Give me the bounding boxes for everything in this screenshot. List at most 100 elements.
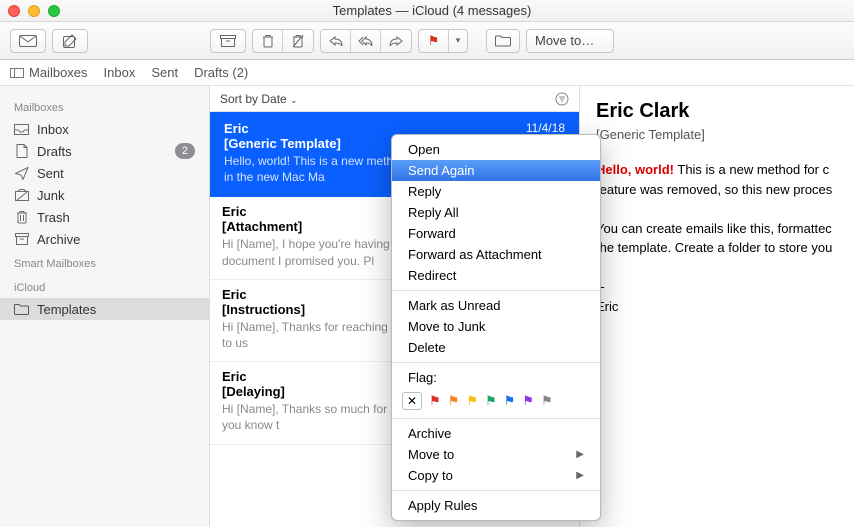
flag-dropdown[interactable]: ▾ xyxy=(449,30,467,52)
folder-icon xyxy=(14,303,29,315)
sort-label: Sort by Date xyxy=(220,92,287,106)
ctx-separator xyxy=(392,490,600,491)
favbar-inbox[interactable]: Inbox xyxy=(104,65,136,80)
sidebar-item-label: Junk xyxy=(37,188,195,203)
flag-group[interactable]: ⚑ ▾ xyxy=(418,29,468,53)
ctx-separator xyxy=(392,362,600,363)
move-folder-icon-button[interactable] xyxy=(486,29,520,53)
compose-icon xyxy=(63,34,77,48)
ctx-label: Mark as Unread xyxy=(408,298,500,313)
favbar-mailboxes[interactable]: Mailboxes xyxy=(10,65,88,80)
context-menu: Open Send Again Reply Reply All Forward … xyxy=(391,134,601,521)
ctx-flag-blue[interactable]: ⚑ xyxy=(504,393,516,409)
favbar-mailboxes-label: Mailboxes xyxy=(29,65,88,80)
reply-group xyxy=(320,29,412,53)
trash-icon xyxy=(14,211,29,223)
filter-button[interactable] xyxy=(555,92,569,106)
sidebar-item-inbox[interactable]: Inbox xyxy=(0,118,209,140)
reader-body: Hello, world! This is a new method for c… xyxy=(596,160,838,316)
archive-box-icon xyxy=(14,233,29,245)
document-icon xyxy=(14,145,29,157)
ctx-redirect[interactable]: Redirect xyxy=(392,265,600,286)
close-window-button[interactable] xyxy=(8,5,20,17)
sidebar-item-drafts[interactable]: Drafts 2 xyxy=(0,140,209,162)
ctx-label: Apply Rules xyxy=(408,498,477,513)
sidebar-header-smart: Smart Mailboxes xyxy=(0,254,209,274)
ctx-label: Send Again xyxy=(408,163,475,178)
envelope-icon xyxy=(19,35,37,47)
junk-button[interactable] xyxy=(283,30,313,52)
sidebar-item-label: Drafts xyxy=(37,144,167,159)
reply-button[interactable] xyxy=(321,30,351,52)
ctx-label: Move to Junk xyxy=(408,319,485,334)
message-date: 11/4/18 xyxy=(526,121,565,135)
reader-body-text: This is a new method for c xyxy=(674,162,829,177)
favbar-drafts[interactable]: Drafts (2) xyxy=(194,65,248,80)
flag-button[interactable]: ⚑ xyxy=(419,30,449,52)
inbox-icon xyxy=(14,123,29,135)
ctx-label: Redirect xyxy=(408,268,456,283)
sidebar-item-archive[interactable]: Archive xyxy=(0,228,209,250)
zoom-window-button[interactable] xyxy=(48,5,60,17)
forward-button[interactable] xyxy=(381,30,411,52)
move-to-label: Move to… xyxy=(535,33,594,48)
ctx-forward[interactable]: Forward xyxy=(392,223,600,244)
ctx-label: Reply xyxy=(408,184,441,199)
ctx-archive[interactable]: Archive xyxy=(392,423,600,444)
move-to-dropdown[interactable]: Move to… xyxy=(526,29,614,53)
junk-icon xyxy=(292,34,304,48)
archive-icon xyxy=(220,35,236,47)
ctx-reply-all[interactable]: Reply All xyxy=(392,202,600,223)
ctx-label: Flag: xyxy=(408,370,437,385)
minimize-window-button[interactable] xyxy=(28,5,40,17)
delete-button[interactable] xyxy=(253,30,283,52)
reader-subject: [Generic Template] xyxy=(596,127,838,142)
ctx-apply-rules[interactable]: Apply Rules xyxy=(392,495,600,516)
sidebar-item-sent[interactable]: Sent xyxy=(0,162,209,184)
favbar-sent[interactable]: Sent xyxy=(151,65,178,80)
ctx-delete[interactable]: Delete xyxy=(392,337,600,358)
get-mail-button[interactable] xyxy=(10,29,46,53)
ctx-flag-green[interactable]: ⚑ xyxy=(485,393,497,409)
ctx-separator xyxy=(392,290,600,291)
sidebar-item-label: Templates xyxy=(37,302,195,317)
ctx-copy-to[interactable]: Copy to▶ xyxy=(392,465,600,486)
ctx-flag-purple[interactable]: ⚑ xyxy=(522,393,534,409)
compose-button[interactable] xyxy=(52,29,88,53)
trash-icon xyxy=(262,34,274,48)
sidebar-item-templates[interactable]: Templates xyxy=(0,298,209,320)
submenu-arrow-icon: ▶ xyxy=(576,449,584,460)
sidebar-item-label: Archive xyxy=(37,232,195,247)
ctx-label: Forward xyxy=(408,226,456,241)
sort-dropdown[interactable]: Sort by Date ⌄ xyxy=(220,92,298,106)
reply-icon xyxy=(329,36,343,46)
ctx-label: Reply All xyxy=(408,205,459,220)
delete-group xyxy=(252,29,314,53)
x-icon: ✕ xyxy=(407,394,417,408)
ctx-move-junk[interactable]: Move to Junk xyxy=(392,316,600,337)
ctx-move-to[interactable]: Move to▶ xyxy=(392,444,600,465)
ctx-flag-gray[interactable]: ⚑ xyxy=(541,393,553,409)
reply-all-button[interactable] xyxy=(351,30,381,52)
reader-body-text: You can create emails like this, formatt… xyxy=(596,221,832,236)
ctx-label: Archive xyxy=(408,426,451,441)
flag-icon: ⚑ xyxy=(428,33,440,49)
ctx-send-again[interactable]: Send Again xyxy=(392,160,600,181)
reader-pane: Eric Clark [Generic Template] Hello, wor… xyxy=(580,86,854,527)
ctx-open[interactable]: Open xyxy=(392,139,600,160)
ctx-forward-attachment[interactable]: Forward as Attachment xyxy=(392,244,600,265)
ctx-flag-red[interactable]: ⚑ xyxy=(429,393,441,409)
ctx-flag-yellow[interactable]: ⚑ xyxy=(466,393,478,409)
sidebar: Mailboxes Inbox Drafts 2 Sent Junk Trash… xyxy=(0,86,210,527)
ctx-flag-orange[interactable]: ⚑ xyxy=(448,393,460,409)
ctx-flag-clear[interactable]: ✕ xyxy=(402,392,422,410)
ctx-mark-unread[interactable]: Mark as Unread xyxy=(392,295,600,316)
titlebar: Templates — iCloud (4 messages) xyxy=(0,0,854,22)
reader-body-text: feature was removed, so this new proces xyxy=(596,182,832,197)
sidebar-item-junk[interactable]: Junk xyxy=(0,184,209,206)
sidebar-item-trash[interactable]: Trash xyxy=(0,206,209,228)
archive-button[interactable] xyxy=(210,29,246,53)
ctx-reply[interactable]: Reply xyxy=(392,181,600,202)
forward-icon xyxy=(389,36,403,46)
sidebar-toggle-icon xyxy=(10,68,24,78)
